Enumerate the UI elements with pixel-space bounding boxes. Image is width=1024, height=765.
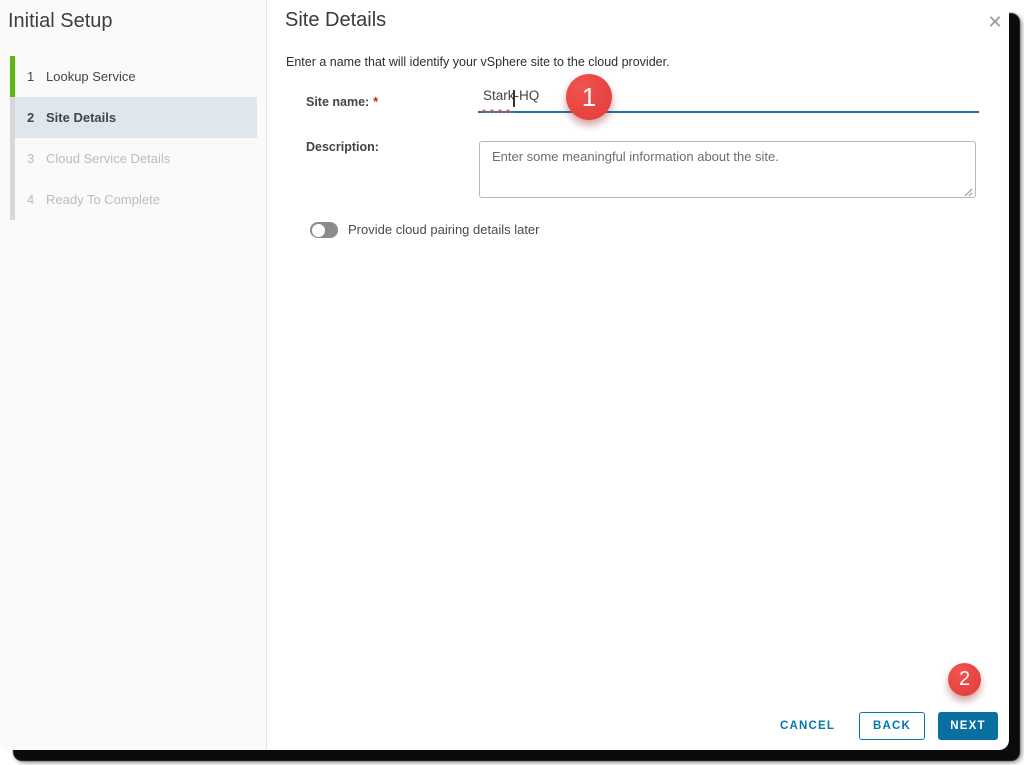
step-label: Lookup Service bbox=[46, 69, 136, 84]
annotation-badge-1: 1 bbox=[566, 74, 612, 120]
step-cloud-service-details[interactable]: 3 Cloud Service Details bbox=[0, 138, 266, 179]
wizard-sidebar: Initial Setup 1 Lookup Service 2 Site D bbox=[0, 0, 267, 750]
site-name-input[interactable] bbox=[478, 86, 979, 113]
back-button[interactable]: BACK bbox=[859, 712, 925, 740]
step-number: 4 bbox=[27, 192, 39, 207]
close-icon[interactable]: ✕ bbox=[984, 11, 1006, 33]
spellcheck-squiggle bbox=[482, 108, 514, 113]
pairing-toggle[interactable] bbox=[310, 222, 338, 238]
description-label: Description: bbox=[306, 140, 379, 154]
next-button[interactable]: NEXT bbox=[938, 712, 998, 740]
wizard-window: Initial Setup 1 Lookup Service 2 Site D bbox=[0, 0, 1009, 750]
step-label: Cloud Service Details bbox=[46, 151, 170, 166]
step-lookup-service[interactable]: 1 Lookup Service bbox=[0, 56, 266, 97]
text-caret bbox=[513, 90, 515, 107]
required-marker: * bbox=[373, 95, 378, 109]
step-number: 1 bbox=[27, 69, 39, 84]
step-label: Site Details bbox=[46, 110, 116, 125]
wizard-title: Initial Setup bbox=[8, 10, 113, 33]
page-title: Site Details bbox=[285, 9, 386, 32]
site-name-label: Site name:* bbox=[306, 95, 378, 109]
annotation-badge-2: 2 bbox=[948, 663, 981, 696]
step-site-details[interactable]: 2 Site Details bbox=[0, 97, 266, 138]
step-number: 2 bbox=[27, 110, 39, 125]
description-textarea[interactable] bbox=[479, 141, 976, 198]
wizard-steps: 1 Lookup Service 2 Site Details bbox=[0, 56, 266, 220]
screenshot-stage: Initial Setup 1 Lookup Service 2 Site D bbox=[0, 0, 1024, 765]
intro-text: Enter a name that will identify your vSp… bbox=[286, 55, 670, 69]
toggle-knob bbox=[312, 224, 325, 237]
step-label: Ready To Complete bbox=[46, 192, 160, 207]
cancel-button[interactable]: CANCEL bbox=[780, 716, 835, 736]
step-number: 3 bbox=[27, 151, 39, 166]
step-ready-to-complete[interactable]: 4 Ready To Complete bbox=[0, 179, 266, 220]
pairing-toggle-label: Provide cloud pairing details later bbox=[348, 222, 540, 237]
resize-handle-icon[interactable] bbox=[964, 188, 973, 197]
